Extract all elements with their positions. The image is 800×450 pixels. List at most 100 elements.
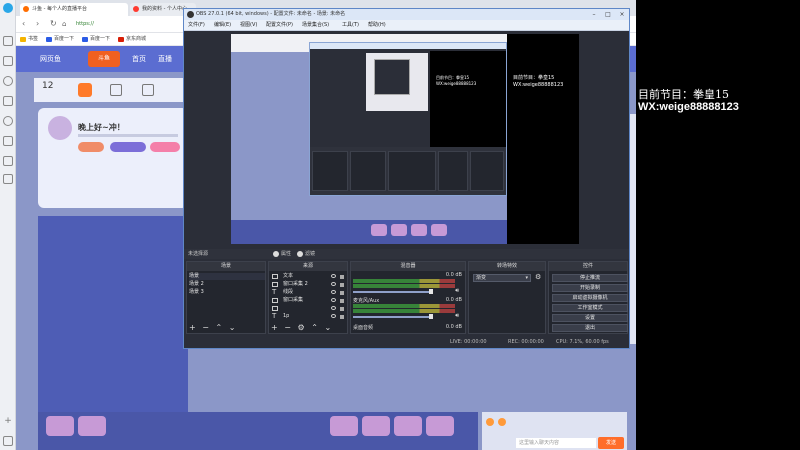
obs-title: OBS 27.0.1 (64 bit, windows) - 配置文件: 未命名… [196,11,346,17]
cart-icon[interactable] [3,156,13,166]
add-icon[interactable]: + [3,416,13,426]
obs-preview[interactable]: 目前节目：拳皇15 WX:weige88888123 目前节目：拳皇15 WX:… [184,31,629,249]
nav-item[interactable]: 首页 [132,54,146,64]
chat-input[interactable]: 这里输入聊天内容 [516,438,596,448]
controls-header: 控件 [549,262,627,271]
start-virtual-camera-button[interactable]: 启动虚拟摄像机 [552,294,628,302]
mail-icon[interactable] [3,96,13,106]
visibility-icon[interactable] [331,314,336,318]
settings-button[interactable]: 设置 [552,314,628,322]
bookmark-item[interactable]: 百度一下 [46,35,74,44]
speaker-icon[interactable]: 🔊︎ [455,287,459,295]
gear-icon[interactable]: ⚙ [535,273,541,281]
maximize-icon[interactable]: □ [601,9,615,20]
visibility-icon[interactable] [331,298,336,302]
transition-select[interactable]: 渐变 ▾ [473,274,531,282]
studio-mode-button[interactable]: 工作室模式 [552,304,628,312]
activity-chip[interactable] [46,416,74,436]
nav-item[interactable]: 直播 [158,54,172,64]
tab-douyu[interactable]: 斗鱼 - 每个人的直播平台 [20,3,128,16]
volume-knob[interactable] [429,314,433,319]
badge-icon[interactable] [78,83,92,97]
close-icon[interactable]: × [615,9,629,20]
speaker-icon[interactable]: 🔊︎ [455,312,459,320]
activity-chip[interactable] [394,416,422,436]
bookmark-item[interactable]: 百度一下 [82,35,110,44]
visibility-icon[interactable] [331,290,336,294]
gear-icon [273,251,279,257]
visibility-icon[interactable] [331,306,336,310]
activity-icon[interactable] [110,84,122,96]
preview-browser-capture: 目前节目：拳皇15 WX:weige88888123 [231,34,507,244]
properties-button[interactable]: 属性 [272,250,291,258]
menu-edit[interactable]: 编辑(E) [214,20,231,31]
source-item[interactable]: 1p [283,313,289,320]
greeting-text: 晚上好~冲！ [78,123,125,132]
url-field[interactable]: https:// [76,19,186,30]
source-item[interactable]: 线段 [283,289,293,296]
source-item[interactable]: 窗口采集 [283,297,303,304]
send-button[interactable]: 发送 [598,437,624,449]
search-icon[interactable] [3,76,13,86]
volume-knob[interactable] [429,289,433,294]
lock-icon[interactable] [340,299,344,303]
douyu-logo[interactable]: 斗鱼 [88,51,120,67]
activity-chip[interactable] [426,416,454,436]
lock-icon[interactable] [340,283,344,287]
history-icon[interactable] [3,56,13,66]
pill-button[interactable] [78,142,104,152]
volume-slider[interactable] [353,316,433,318]
settings-icon[interactable] [3,436,13,446]
lock-icon[interactable] [340,291,344,295]
lock-icon[interactable] [340,275,344,279]
scene-controls[interactable]: + − ⌃ ⌄ [189,324,237,332]
pill-button[interactable] [150,142,180,152]
menu-view[interactable]: 视图(V) [240,20,257,31]
source-item[interactable]: 文本 [283,273,293,280]
source-item[interactable]: 窗口采集 2 [283,281,308,288]
minimize-icon[interactable]: – [587,9,601,20]
visibility-icon[interactable] [331,274,336,278]
douyu-favicon-icon [23,6,29,12]
menu-file[interactable]: 文件(F) [188,20,205,31]
activity-chip[interactable] [330,416,358,436]
favorites-icon[interactable] [3,36,13,46]
menu-scene-collection[interactable]: 场景集合(S) [302,20,329,31]
activity-chip[interactable] [362,416,390,436]
source-controls[interactable]: + − ⚙ ⌃ ⌄ [271,324,333,332]
nav-item[interactable]: 网页鱼 [40,54,61,64]
visibility-icon[interactable] [331,282,336,286]
chat-icon[interactable] [3,116,13,126]
progress-line [78,134,178,137]
lock-icon[interactable] [340,307,344,311]
refresh-icon[interactable]: ↻ [50,20,57,28]
game-icon[interactable] [3,136,13,146]
pill-button[interactable] [110,142,146,152]
filter-icon [297,251,303,257]
home-icon[interactable]: ⌂ [62,20,66,28]
volume-slider[interactable] [353,291,433,293]
scene-item[interactable]: 场景 [189,273,265,280]
forward-icon[interactable]: › [36,20,39,28]
scene-item[interactable]: 场景 3 [189,289,265,296]
menu-profile[interactable]: 配置文件(P) [266,20,293,31]
back-icon[interactable]: ‹ [22,20,25,28]
lock-icon[interactable] [340,315,344,319]
filters-button[interactable]: 滤镜 [296,250,315,258]
bookmark-item[interactable]: 京东商城 [118,35,146,44]
profile-favicon-icon [133,6,139,12]
menu-help[interactable]: 帮助(H) [368,20,386,31]
fans-icon[interactable] [498,418,506,426]
avatar[interactable] [48,116,72,140]
start-recording-button[interactable]: 开始录制 [552,284,628,292]
bookmark-item[interactable]: 书签 [20,35,38,44]
scene-item[interactable]: 场景 2 [189,281,265,288]
stop-streaming-button[interactable]: 停止推流 [552,274,628,282]
notes-icon[interactable] [3,174,13,184]
activity-chip[interactable] [78,416,106,436]
menu-tools[interactable]: 工具(T) [342,20,359,31]
emoji-icon[interactable] [486,418,494,426]
browser-logo-icon[interactable] [3,3,13,13]
exit-button[interactable]: 退出 [552,324,628,332]
calendar-icon[interactable] [142,84,154,96]
